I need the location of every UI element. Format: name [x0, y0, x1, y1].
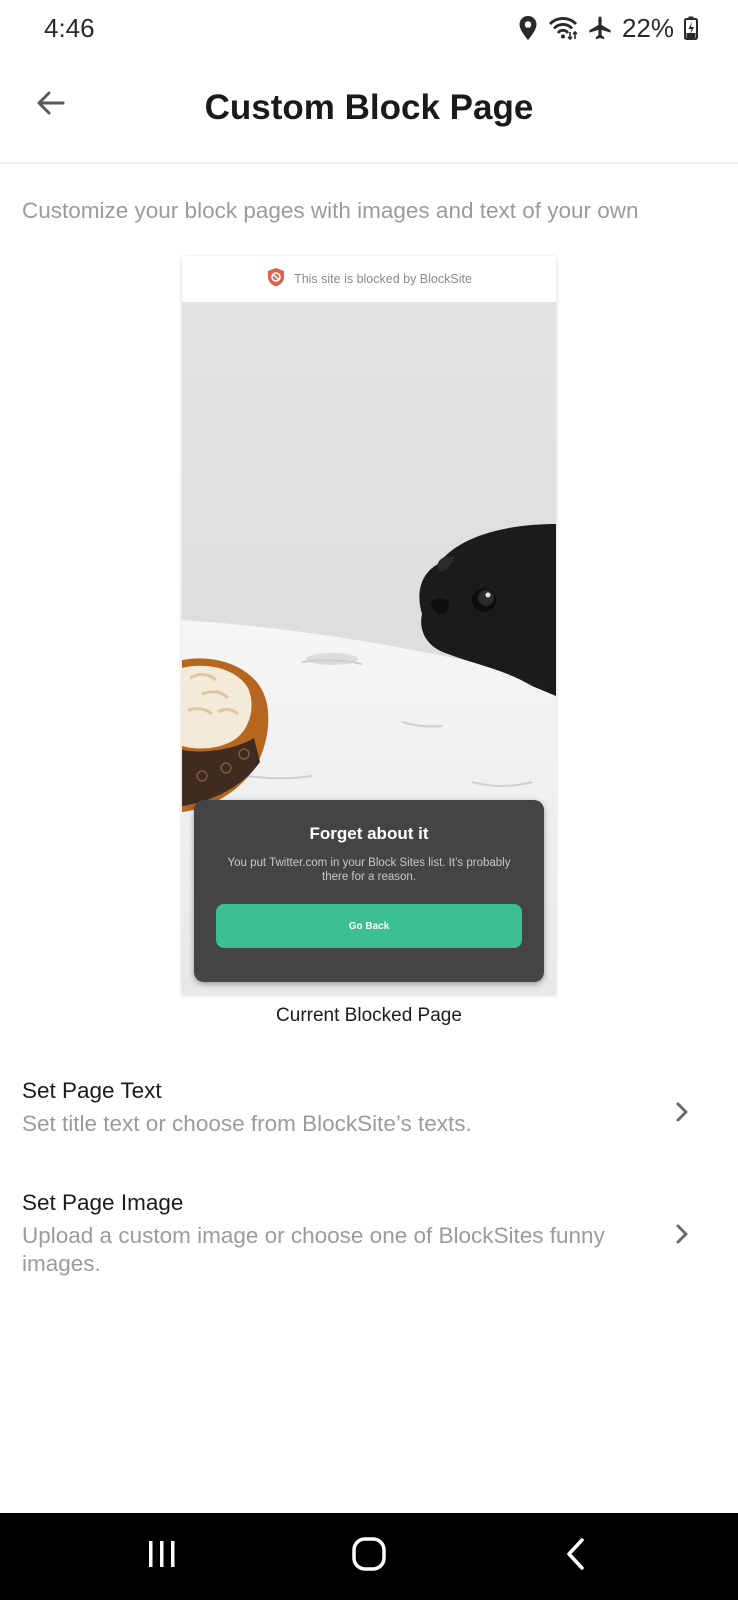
- preview-header-text: This site is blocked by BlockSite: [294, 272, 472, 286]
- navigation-bar: [0, 1513, 738, 1600]
- airplane-icon: [588, 15, 612, 41]
- set-page-text-item[interactable]: Set Page Text Set title text or choose f…: [0, 1066, 738, 1166]
- shield-block-icon: [266, 267, 286, 292]
- recent-apps-button[interactable]: [132, 1531, 192, 1581]
- home-button[interactable]: [339, 1531, 399, 1581]
- preview-caption: Current Blocked Page: [276, 1005, 462, 1026]
- recent-apps-icon: [145, 1538, 179, 1575]
- block-message-card: Forget about it You put Twitter.com in y…: [194, 800, 544, 982]
- chevron-right-icon: [670, 1100, 694, 1124]
- set-page-image-subtitle: Upload a custom image or choose one of B…: [22, 1223, 605, 1276]
- page-title: Custom Block Page: [204, 88, 534, 127]
- preview-header: This site is blocked by BlockSite: [182, 256, 556, 302]
- status-bar: 4:46 22%: [0, 0, 738, 58]
- location-icon: [518, 15, 538, 41]
- app-bar: Custom Block Page: [0, 58, 738, 164]
- status-time: 4:46: [44, 13, 95, 43]
- block-page-preview[interactable]: This site is blocked by BlockSite Forget…: [182, 256, 556, 994]
- set-page-image-item[interactable]: Set Page Image Upload a custom image or …: [0, 1178, 738, 1288]
- home-icon: [351, 1536, 387, 1577]
- wifi-icon: [548, 15, 578, 41]
- chevron-right-icon: [670, 1222, 694, 1246]
- block-message-title: Forget about it: [309, 824, 429, 843]
- set-page-text-subtitle: Set title text or choose from BlockSite’…: [22, 1111, 472, 1136]
- status-icons: 22%: [518, 12, 698, 44]
- back-icon: [562, 1536, 590, 1577]
- nav-back-button[interactable]: [546, 1531, 606, 1581]
- battery-icon: [684, 16, 698, 40]
- set-page-text-title: Set Page Text: [22, 1078, 162, 1103]
- page-description: Customize your block pages with images a…: [22, 198, 639, 223]
- block-message-body: You put Twitter.com in your Block Sites …: [227, 857, 511, 883]
- go-back-button[interactable]: Go Back: [216, 904, 522, 948]
- set-page-image-title: Set Page Image: [22, 1190, 184, 1215]
- battery-percentage: 22%: [621, 12, 674, 43]
